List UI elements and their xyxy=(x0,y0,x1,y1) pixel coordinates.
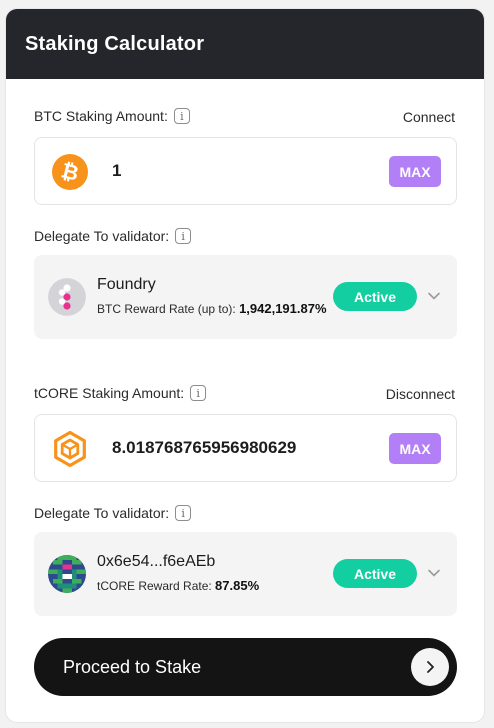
header: Staking Calculator xyxy=(6,9,484,79)
btc-delegate-label: Delegate To validator: i xyxy=(34,228,192,244)
info-icon[interactable]: i xyxy=(173,108,190,124)
tcore-amount-value[interactable]: 8.018768765956980629 xyxy=(112,415,296,481)
info-icon[interactable]: i xyxy=(190,385,207,401)
chevron-right-icon[interactable] xyxy=(411,648,449,686)
info-icon[interactable]: i xyxy=(175,505,192,521)
page-title: Staking Calculator xyxy=(25,32,205,55)
tcore-validator-name: 0x6e54...f6eAEb xyxy=(97,553,216,570)
btc-max-button[interactable]: MAX xyxy=(389,156,441,187)
tcore-delegate-label-text: Delegate To validator: xyxy=(34,505,170,521)
tcore-delegate-label: Delegate To validator: i xyxy=(34,505,192,521)
tcore-amount-field[interactable]: 8.018768765956980629 MAX xyxy=(34,414,457,482)
btc-reward-rate: BTC Reward Rate (up to): 1,942,191.87% xyxy=(97,301,327,316)
btc-amount-field[interactable]: ₿ 1 MAX xyxy=(34,137,457,205)
bitcoin-icon: ₿ xyxy=(52,154,88,190)
core-icon xyxy=(54,431,86,467)
tcore-reward-rate-value: 87.85% xyxy=(215,578,260,593)
proceed-to-stake-button[interactable]: Proceed to Stake xyxy=(34,638,457,696)
btc-reward-rate-label: BTC Reward Rate (up to): xyxy=(97,302,236,316)
btc-amount-value[interactable]: 1 xyxy=(112,138,121,204)
connect-link[interactable]: Connect xyxy=(403,109,455,125)
tcore-reward-rate: tCORE Reward Rate: 87.85% xyxy=(97,578,259,593)
staking-calculator-card: Staking Calculator BTC Staking Amount: i… xyxy=(5,8,485,723)
tcore-staking-label: tCORE Staking Amount: i xyxy=(34,385,207,401)
chevron-down-icon[interactable] xyxy=(427,289,441,303)
chevron-down-icon[interactable] xyxy=(427,566,441,580)
tcore-reward-rate-label: tCORE Reward Rate: xyxy=(97,579,212,593)
btc-reward-rate-value: 1,942,191.87% xyxy=(239,301,327,316)
tcore-validator-select[interactable]: 0x6e54...f6eAEb tCORE Reward Rate: 87.85… xyxy=(34,532,457,616)
btc-validator-name: Foundry xyxy=(97,276,156,293)
foundry-avatar xyxy=(48,278,86,316)
identicon-avatar xyxy=(48,555,86,593)
btc-delegate-label-text: Delegate To validator: xyxy=(34,228,170,244)
tcore-max-button[interactable]: MAX xyxy=(389,433,441,464)
info-icon[interactable]: i xyxy=(175,228,192,244)
disconnect-link[interactable]: Disconnect xyxy=(386,386,455,402)
tcore-staking-label-text: tCORE Staking Amount: xyxy=(34,385,185,401)
btc-staking-label-text: BTC Staking Amount: xyxy=(34,108,168,124)
proceed-label: Proceed to Stake xyxy=(63,656,202,677)
btc-validator-select[interactable]: Foundry BTC Reward Rate (up to): 1,942,1… xyxy=(34,255,457,339)
btc-staking-label: BTC Staking Amount: i xyxy=(34,108,190,124)
status-badge: Active xyxy=(333,282,417,311)
status-badge: Active xyxy=(333,559,417,588)
